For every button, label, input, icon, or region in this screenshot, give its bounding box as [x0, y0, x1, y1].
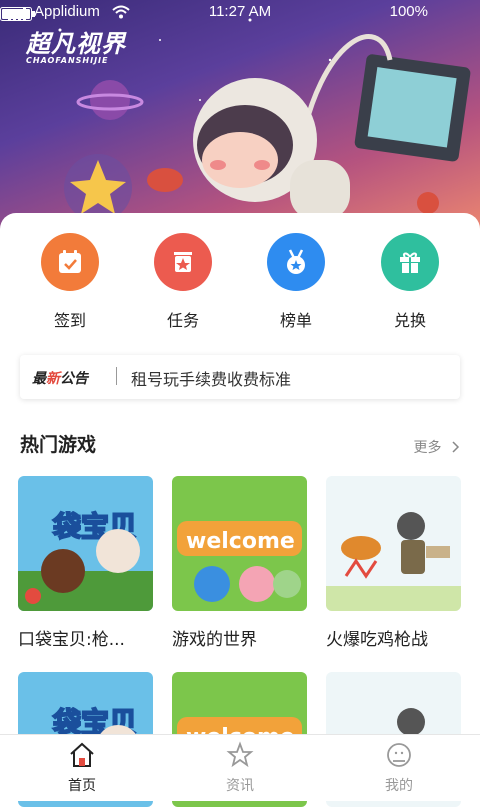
home-icon [70, 742, 94, 767]
star-icon [226, 741, 254, 768]
quick-action-redeem[interactable]: 兑换 [360, 233, 460, 331]
game-thumbnail [326, 476, 461, 611]
bottom-nav: 首页 资讯 我的 [0, 734, 480, 801]
banner[interactable]: Applidium 11:27 AM 100% 超凡视界 CHAOFANSHIJ… [0, 0, 480, 240]
svg-text:welcome: welcome [186, 529, 295, 554]
more-link[interactable]: 更多 [414, 437, 460, 457]
game-card[interactable]: 火爆吃鸡枪战 [326, 476, 461, 650]
nav-item-profile[interactable]: 我的 [349, 741, 449, 795]
status-bar: Applidium 11:27 AM 100% [0, 0, 480, 26]
app-logo: 超凡视界 CHAOFANSHIJIE [26, 30, 126, 65]
nav-item-news[interactable]: 资讯 [190, 741, 290, 795]
quick-actions: 签到 任务 榜单 兑换 [0, 233, 480, 343]
nav-item-home[interactable]: 首页 [32, 741, 132, 795]
battery-percent: 100% [389, 3, 428, 20]
game-card[interactable]: welcome 游戏的世界 [172, 476, 307, 650]
quick-action-tasks[interactable]: 任务 [133, 233, 233, 331]
quick-action-label: 兑换 [393, 311, 426, 330]
nav-label: 首页 [68, 778, 96, 794]
nav-label: 资讯 [226, 778, 254, 794]
nav-label: 我的 [385, 778, 413, 794]
calendar-check-icon [41, 233, 99, 291]
battery-icon [0, 7, 35, 21]
game-card[interactable]: 袋宝贝 口袋宝贝:枪... [18, 476, 153, 650]
game-thumbnail: 袋宝贝 [18, 476, 153, 611]
gift-icon [381, 233, 439, 291]
main-card: 签到 任务 榜单 兑换 最新公告 租号玩手续费收费标准 热门游戏 更多 袋宝贝 … [0, 213, 480, 807]
quick-action-label: 榜单 [279, 311, 312, 330]
game-name: 火爆吃鸡枪战 [326, 630, 428, 650]
announcement-text[interactable]: 租号玩手续费收费标准 [131, 366, 291, 390]
chevron-right-icon [452, 441, 460, 453]
game-name: 游戏的世界 [172, 630, 257, 650]
quick-action-label: 任务 [166, 311, 199, 330]
task-star-icon [154, 233, 212, 291]
announcement-tag: 最新公告 [32, 371, 88, 387]
quick-action-label: 签到 [53, 311, 86, 330]
quick-action-rankings[interactable]: 榜单 [246, 233, 346, 331]
hot-games-title: 热门游戏 [20, 434, 97, 456]
game-thumbnail: welcome [172, 476, 307, 611]
quick-action-sign-in[interactable]: 签到 [20, 233, 120, 331]
announcement-divider [116, 367, 117, 385]
game-name: 口袋宝贝:枪... [18, 630, 125, 650]
medal-icon [267, 233, 325, 291]
announcement-bar[interactable]: 最新公告 租号玩手续费收费标准 [20, 355, 460, 399]
user-icon [387, 743, 411, 767]
